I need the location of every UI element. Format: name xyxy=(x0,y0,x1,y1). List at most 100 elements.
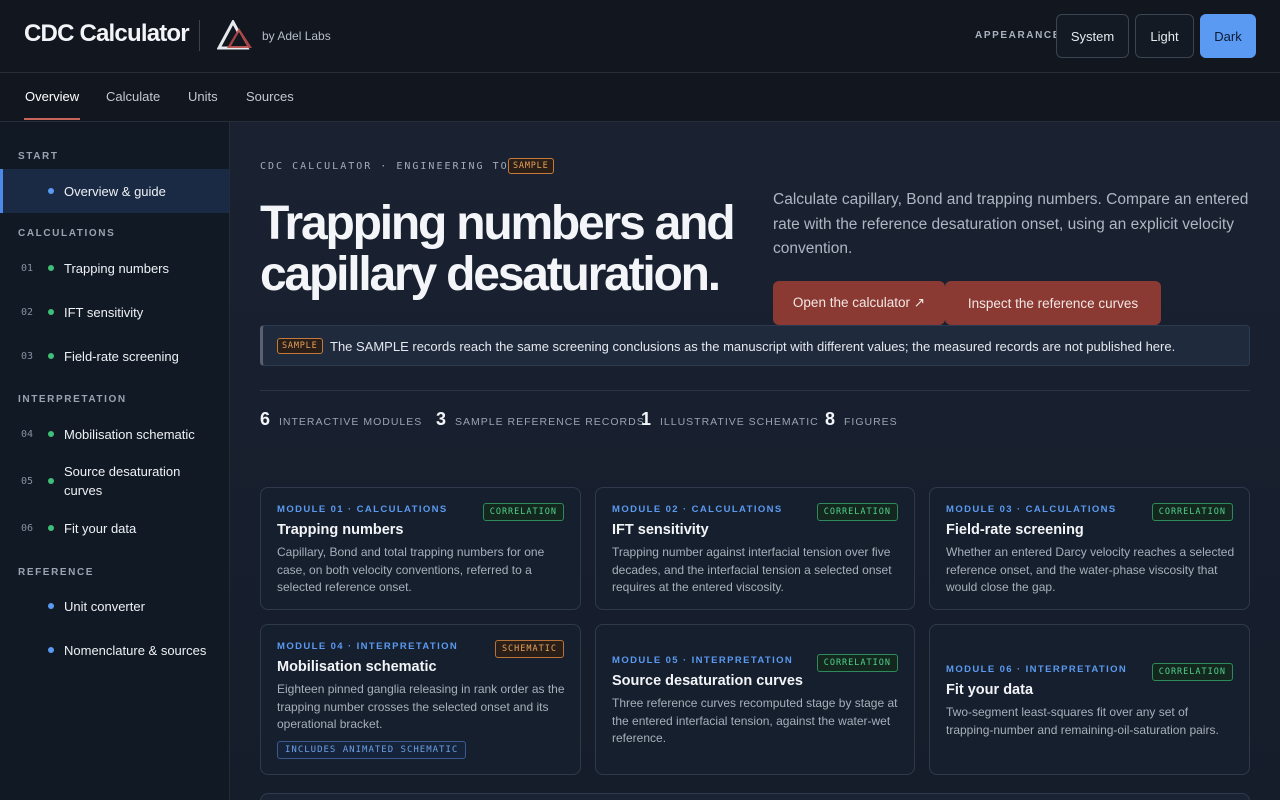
byline: by Adel Labs xyxy=(262,29,331,43)
sidebar-item-overview-guide[interactable]: Overview & guide xyxy=(0,169,229,213)
card-tag: CORRELATION xyxy=(816,654,898,672)
card-kicker: MODULE 01 · CALCULATIONS xyxy=(277,504,448,515)
module-card-ift-sensitivity[interactable]: MODULE 02 · CALCULATIONS CORRELATION IFT… xyxy=(595,487,915,610)
sidebar-item-number: 02 xyxy=(21,306,34,318)
sidebar-item-source-desaturation-curves[interactable]: 05 Source desaturation curves xyxy=(0,456,229,506)
sidebar-item-label: Mobilisation schematic xyxy=(64,426,195,442)
app-header: CDC Calculator by Adel Labs APPEARANCE S… xyxy=(0,0,1280,73)
module-card-field-rate-screening[interactable]: MODULE 03 · CALCULATIONS CORRELATION Fie… xyxy=(929,487,1250,610)
stat-value: 6 xyxy=(260,409,271,429)
page-title: Trapping numbers and capillary desaturat… xyxy=(260,197,736,301)
sidebar-item-label: Overview & guide xyxy=(64,183,166,199)
module-card-mobilisation-schematic[interactable]: MODULE 04 · INTERPRETATION SCHEMATIC Mob… xyxy=(260,624,581,775)
sidebar-item-label: Fit your data xyxy=(64,520,137,536)
top-tabs: Overview Calculate Units Sources xyxy=(0,73,1280,122)
sidebar-heading-interpretation: INTERPRETATION xyxy=(18,394,127,405)
card-description: Trapping number against interfacial tens… xyxy=(612,545,892,594)
divider xyxy=(260,390,1250,391)
card-tag: CORRELATION xyxy=(1151,663,1233,681)
card-description: Eighteen pinned ganglia releasing in ran… xyxy=(277,682,565,731)
next-section-card xyxy=(260,793,1250,800)
adel-labs-logo-icon xyxy=(217,20,252,50)
card-description: Three reference curves recomputed stage … xyxy=(612,696,898,745)
stat-label: ILLUSTRATIVE SCHEMATIC xyxy=(660,416,819,428)
sidebar-heading-reference: REFERENCE xyxy=(18,567,95,578)
sample-badge: SAMPLE xyxy=(508,158,554,174)
sidebar-item-ift-sensitivity[interactable]: 02 IFT sensitivity xyxy=(0,290,229,334)
card-title: Fit your data xyxy=(946,682,1034,698)
sidebar: START Overview & guide CALCULATIONS 01 T… xyxy=(0,122,230,800)
main-content: CDC CALCULATOR · ENGINEERING TOOL SAMPLE… xyxy=(230,122,1280,800)
appearance-label: APPEARANCE xyxy=(975,30,1062,41)
sidebar-item-number: 04 xyxy=(21,428,34,440)
card-description: Whether an entered Darcy velocity reache… xyxy=(946,545,1235,594)
stat-value: 1 xyxy=(641,409,652,429)
sidebar-item-label: Field-rate screening xyxy=(64,348,179,364)
theme-system-button[interactable]: System xyxy=(1056,14,1129,58)
status-dot-icon xyxy=(48,353,54,359)
sidebar-item-number: 01 xyxy=(21,262,34,274)
active-tab-indicator xyxy=(24,118,80,120)
status-dot-icon xyxy=(48,309,54,315)
sidebar-item-field-rate-screening[interactable]: 03 Field-rate screening xyxy=(0,334,229,378)
sidebar-item-label: Source desaturation curves xyxy=(64,464,181,498)
sidebar-heading-start: START xyxy=(18,151,59,162)
sidebar-item-unit-converter[interactable]: Unit converter xyxy=(0,584,229,628)
stat-label: INTERACTIVE MODULES xyxy=(279,416,423,428)
brand-divider xyxy=(199,20,200,51)
card-tag: CORRELATION xyxy=(482,503,564,521)
card-kicker: MODULE 02 · CALCULATIONS xyxy=(612,504,783,515)
card-title: IFT sensitivity xyxy=(612,522,709,538)
stat-label: SAMPLE REFERENCE RECORDS xyxy=(455,416,645,428)
card-tag: CORRELATION xyxy=(816,503,898,521)
card-kicker: MODULE 06 · INTERPRETATION xyxy=(946,664,1128,675)
stat-label: FIGURES xyxy=(844,416,898,428)
sidebar-item-number: 03 xyxy=(21,350,34,362)
tab-calculate[interactable]: Calculate xyxy=(106,89,160,104)
open-calculator-button[interactable]: Open the calculator ↗ xyxy=(773,281,945,325)
card-title: Trapping numbers xyxy=(277,522,404,538)
card-kicker: MODULE 04 · INTERPRETATION xyxy=(277,641,459,652)
hero-kicker: CDC CALCULATOR · ENGINEERING TOOL xyxy=(260,161,525,172)
theme-dark-button[interactable]: Dark xyxy=(1200,14,1256,58)
status-dot-icon xyxy=(48,525,54,531)
card-title: Source desaturation curves xyxy=(612,673,803,689)
theme-light-button[interactable]: Light xyxy=(1135,14,1194,58)
animated-schematic-chip: INCLUDES ANIMATED SCHEMATIC xyxy=(277,741,467,759)
status-dot-icon xyxy=(48,647,54,653)
card-description: Capillary, Bond and total trapping numbe… xyxy=(277,545,545,594)
notice-text: The SAMPLE records reach the same screen… xyxy=(330,339,1176,354)
sidebar-item-label: Nomenclature & sources xyxy=(64,642,207,658)
sidebar-item-fit-your-data[interactable]: 06 Fit your data xyxy=(0,506,229,550)
inspect-reference-curves-button[interactable]: Inspect the reference curves xyxy=(945,281,1161,325)
notice-sample-badge: SAMPLE xyxy=(277,338,323,354)
sidebar-item-nomenclature-sources[interactable]: Nomenclature & sources xyxy=(0,628,229,672)
status-dot-icon xyxy=(48,265,54,271)
tab-overview[interactable]: Overview xyxy=(25,89,79,104)
module-card-trapping-numbers[interactable]: MODULE 01 · CALCULATIONS CORRELATION Tra… xyxy=(260,487,581,610)
sidebar-item-trapping-numbers[interactable]: 01 Trapping numbers xyxy=(0,246,229,290)
card-title: Field-rate screening xyxy=(946,522,1084,538)
card-tag: SCHEMATIC xyxy=(494,640,564,658)
sidebar-item-number: 06 xyxy=(21,522,34,534)
card-tag: CORRELATION xyxy=(1151,503,1233,521)
sidebar-heading-calculations: CALCULATIONS xyxy=(18,228,116,239)
card-title: Mobilisation schematic xyxy=(277,659,437,675)
card-kicker: MODULE 05 · INTERPRETATION xyxy=(612,655,794,666)
card-description: Two-segment least-squares fit over any s… xyxy=(946,705,1219,737)
card-kicker: MODULE 03 · CALCULATIONS xyxy=(946,504,1117,515)
sample-notice: SAMPLE The SAMPLE records reach the same… xyxy=(260,325,1250,366)
sidebar-item-number: 05 xyxy=(21,475,34,487)
status-dot-icon xyxy=(48,478,54,484)
module-card-source-desaturation-curves[interactable]: MODULE 05 · INTERPRETATION CORRELATION S… xyxy=(595,624,915,775)
status-dot-icon xyxy=(48,188,54,194)
hero-description: Calculate capillary, Bond and trapping n… xyxy=(773,191,1249,257)
sidebar-item-mobilisation-schematic[interactable]: 04 Mobilisation schematic xyxy=(0,412,229,456)
module-card-fit-your-data[interactable]: MODULE 06 · INTERPRETATION CORRELATION F… xyxy=(929,624,1250,775)
tab-units[interactable]: Units xyxy=(188,89,218,104)
tab-sources[interactable]: Sources xyxy=(246,89,294,104)
stat-value: 8 xyxy=(825,409,836,429)
stat-value: 3 xyxy=(436,409,447,429)
sidebar-item-label: Unit converter xyxy=(64,598,145,614)
app-title: CDC Calculator xyxy=(24,20,190,47)
